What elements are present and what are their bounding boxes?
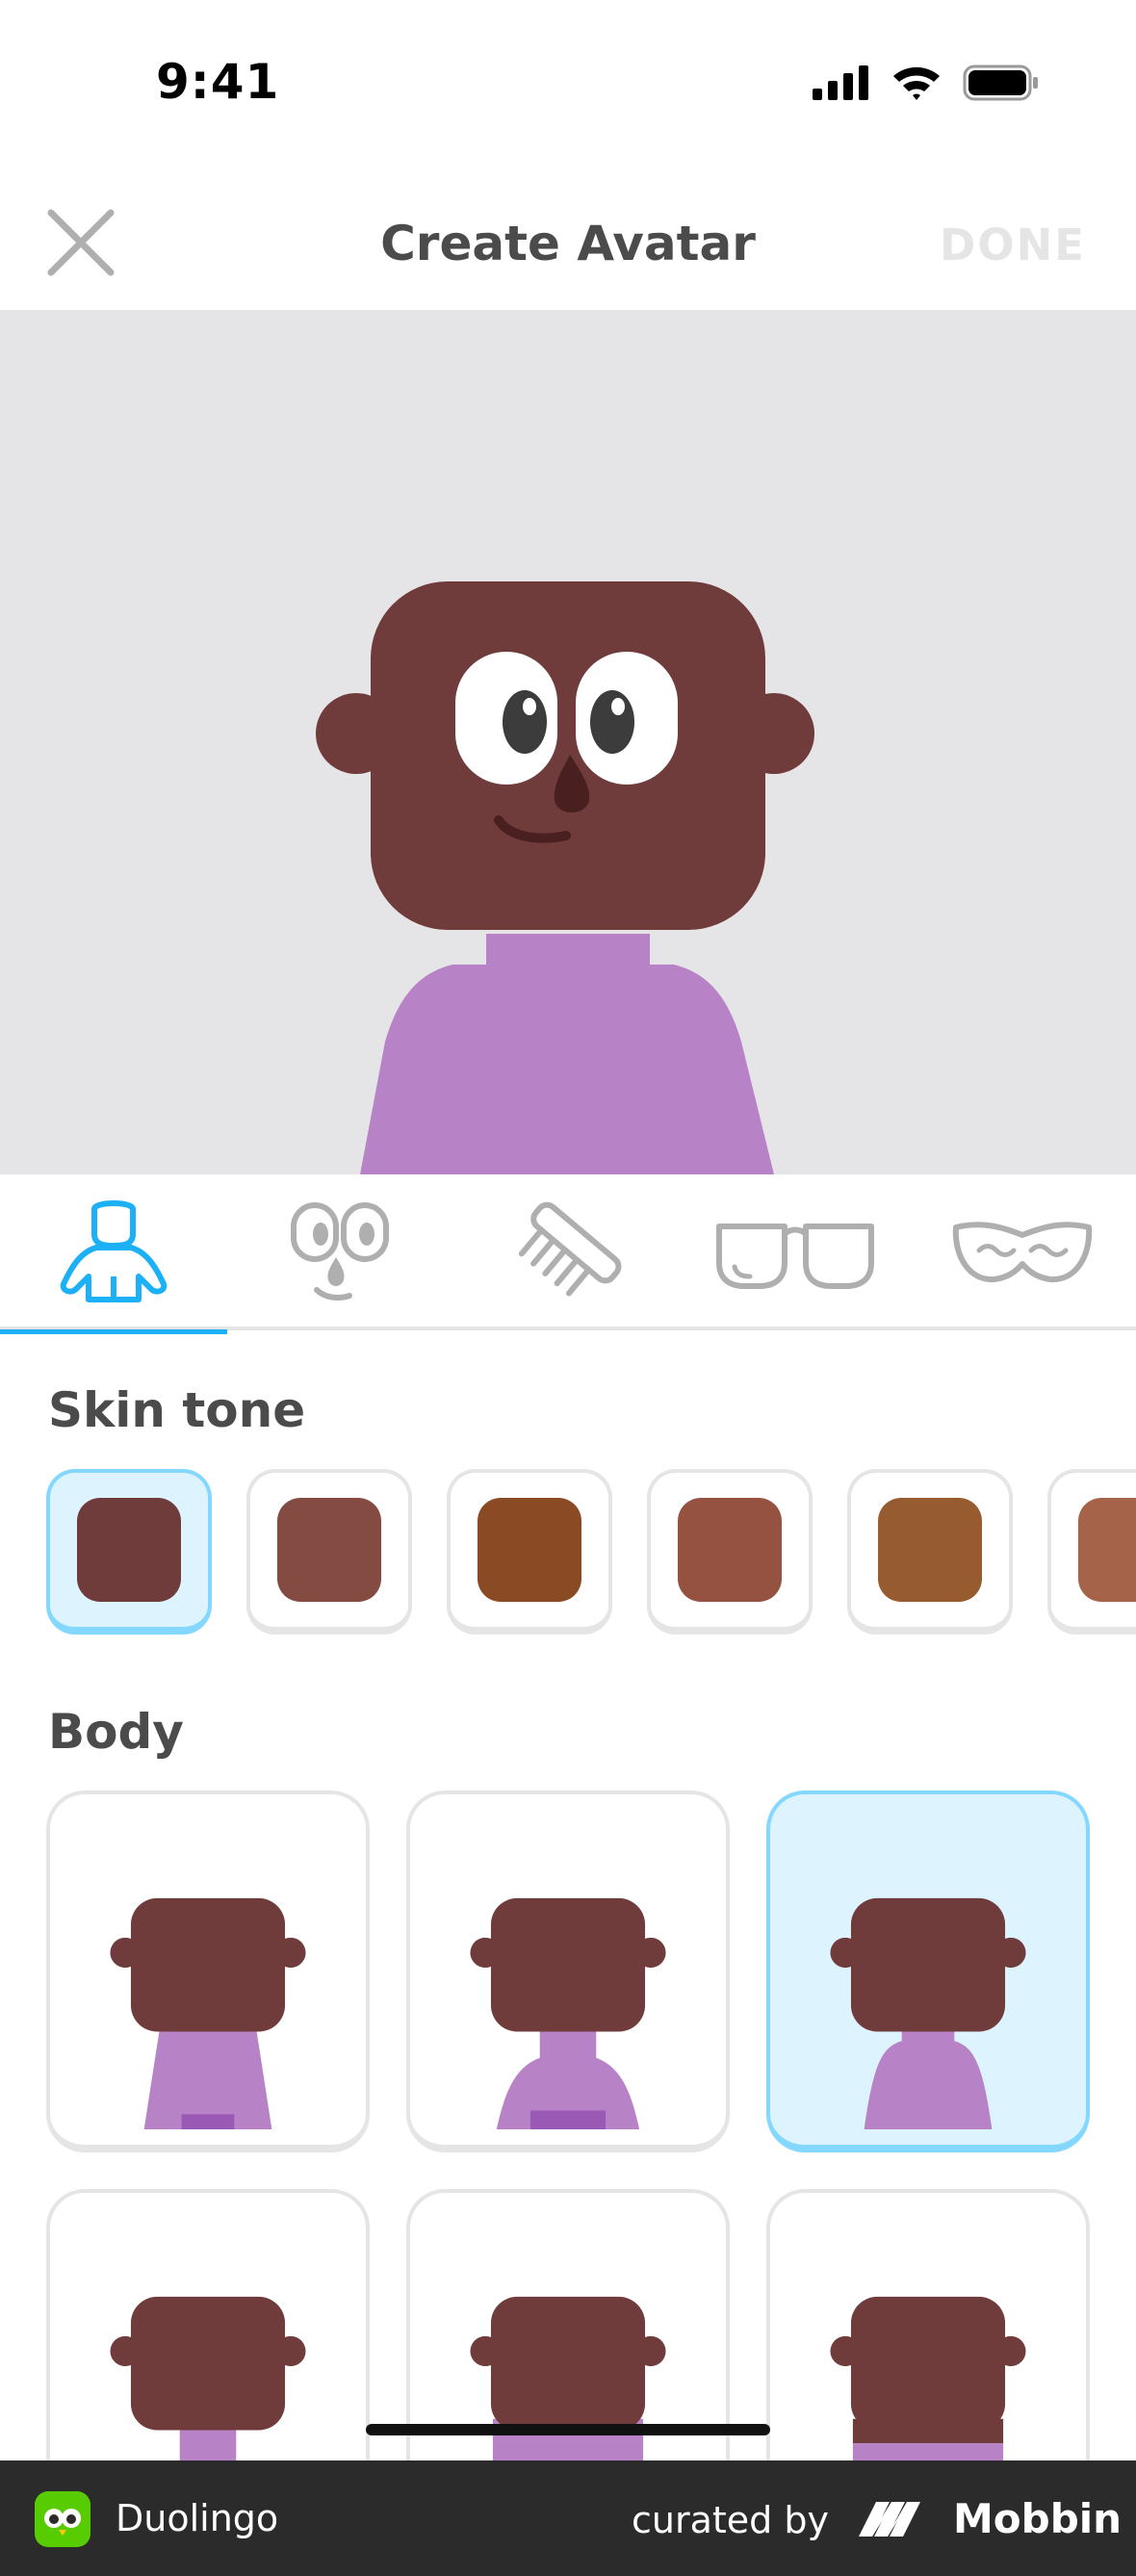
glasses-icon	[716, 1224, 874, 1289]
category-tabs	[0, 1174, 1136, 1334]
body-option-card[interactable]	[766, 1790, 1090, 2152]
skin-tone-list	[46, 1469, 1136, 1638]
body-option-preview	[110, 1897, 306, 2129]
status-time: 9:41	[156, 54, 280, 110]
status-icons	[813, 62, 1040, 104]
skin-tone-color	[1078, 1498, 1136, 1602]
body-option-card[interactable]	[46, 1790, 370, 2152]
tab-glasses[interactable]	[682, 1174, 909, 1330]
body-option-preview	[830, 1897, 1026, 2129]
face-icon	[291, 1202, 389, 1301]
skin-tone-color	[77, 1498, 181, 1602]
skin-tone-swatch[interactable]	[246, 1469, 412, 1635]
skin-tone-swatch[interactable]	[46, 1469, 212, 1635]
done-button[interactable]: DONE	[940, 219, 1086, 270]
duolingo-logo	[35, 2491, 90, 2547]
skin-tone-color	[277, 1498, 381, 1602]
avatar-head	[371, 581, 765, 930]
tab-selected-underline	[0, 1329, 227, 1334]
status-bar: 9:41	[0, 0, 1136, 164]
mustache-icon	[952, 1222, 1093, 1283]
skin-tone-swatch[interactable]	[647, 1469, 813, 1635]
mobbin-logo-icon	[859, 2502, 920, 2537]
cellular-signal-icon	[813, 65, 868, 100]
footer-curated-by: curated by	[632, 2499, 829, 2541]
skin-tone-color	[478, 1498, 581, 1602]
avatar-illustration	[316, 581, 814, 1174]
body-option-preview	[470, 1897, 666, 2129]
tab-hair[interactable]	[454, 1174, 682, 1330]
footer-app-name: Duolingo	[116, 2497, 279, 2539]
tab-facial-hair[interactable]	[909, 1174, 1136, 1330]
comb-icon	[518, 1201, 622, 1297]
tab-face[interactable]	[227, 1174, 454, 1330]
wifi-icon	[893, 66, 940, 100]
avatar-shirt	[360, 934, 774, 1174]
body-option-card[interactable]	[406, 1790, 730, 2152]
mobbin-brand: Mobbin	[855, 2489, 1122, 2547]
skin-tone-swatch[interactable]	[447, 1469, 612, 1635]
skin-tone-swatch[interactable]	[1047, 1469, 1136, 1635]
battery-icon	[963, 64, 1038, 101]
body-heading: Body	[48, 1704, 184, 1760]
body-option-grid	[46, 1790, 1090, 2551]
skin-tone-color	[878, 1498, 982, 1602]
skin-tone-swatch[interactable]	[847, 1469, 1013, 1635]
skin-tone-color	[678, 1498, 782, 1602]
home-indicator	[366, 2424, 770, 2435]
tab-body[interactable]	[0, 1174, 227, 1334]
skin-tone-heading: Skin tone	[48, 1382, 306, 1438]
avatar-preview	[0, 310, 1136, 1174]
nav-bar: Create Avatar DONE	[0, 183, 1136, 308]
body-icon	[60, 1200, 168, 1302]
mobbin-brand-name: Mobbin	[953, 2494, 1123, 2542]
footer-bar: Duolingo curated by Mobbin	[0, 2460, 1136, 2576]
